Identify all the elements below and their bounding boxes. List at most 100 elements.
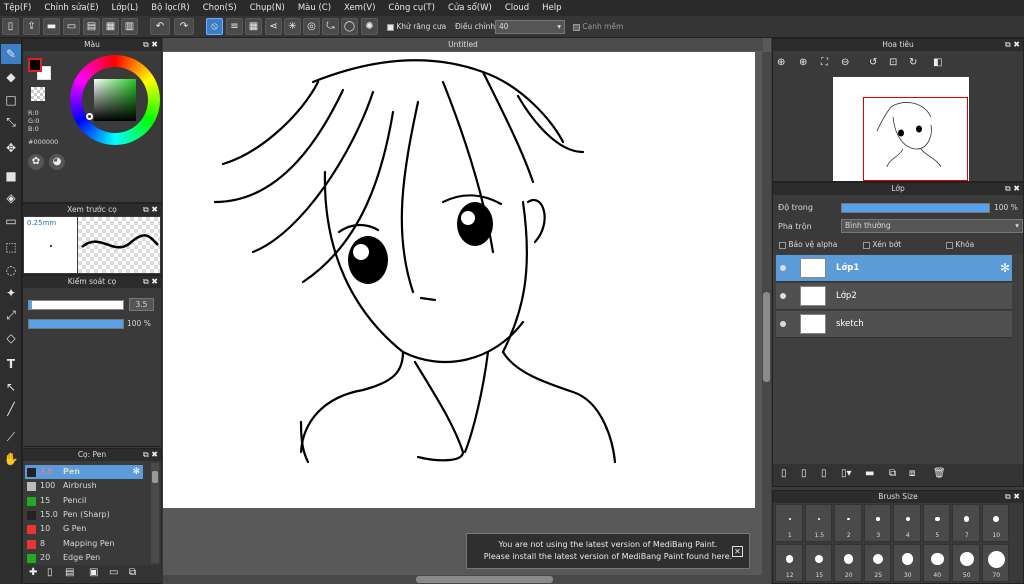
operation-tool-icon[interactable]: ↖ (1, 377, 21, 397)
share-icon[interactable]: ⇪ (23, 18, 40, 35)
brush-size-cell[interactable]: 2 (834, 504, 862, 542)
text-tool-icon[interactable]: T (1, 354, 21, 374)
snap-grid-icon[interactable]: ▦ (245, 18, 262, 35)
brush-size-cell[interactable]: 70 (981, 544, 1009, 582)
magic-wand-icon[interactable]: ✦ (1, 283, 21, 303)
brush-list-item[interactable]: 3.5 Pen ✻ (25, 465, 143, 479)
brush-size-cell[interactable]: 1.5 (804, 504, 832, 542)
brush-size-cell[interactable]: 3 (863, 504, 891, 542)
hue-handle[interactable] (86, 113, 93, 120)
brush-copy-icon[interactable]: ⧉ (129, 567, 136, 578)
snap-circle-icon[interactable]: ◎ (303, 18, 320, 35)
close-icon[interactable]: ⧉ ✖ (143, 204, 158, 216)
hue-wheel[interactable] (70, 55, 160, 145)
visibility-icon[interactable] (780, 265, 786, 271)
brush-folder-icon[interactable]: ▭ (109, 567, 118, 578)
brush-tool-icon[interactable]: ✎ (1, 44, 21, 64)
snap-perspective-icon[interactable]: ⋖ (265, 18, 282, 35)
divide-tool-icon[interactable]: ╱ (1, 399, 21, 419)
bucket-tool-icon[interactable]: ◈ (1, 188, 21, 208)
rotate-right-icon[interactable]: ↻ (909, 57, 917, 68)
eraser-tool-icon[interactable]: ◆ (1, 67, 21, 87)
color-history-icon[interactable]: ◕ (49, 154, 65, 170)
add-brush-icon[interactable]: ✚ (29, 567, 37, 578)
menu-window[interactable]: Cửa sổ(W) (448, 3, 492, 13)
close-icon[interactable]: ⧉ ✖ (1005, 183, 1020, 195)
menu-edit[interactable]: Chỉnh sửa(E) (44, 3, 98, 13)
fit-window-icon[interactable]: ⊡ (889, 57, 897, 68)
select-pen-icon[interactable]: ⤡ (1, 112, 21, 132)
drawing-canvas[interactable] (163, 52, 755, 508)
brush-size-cell[interactable]: 12 (775, 544, 803, 582)
hand-tool-icon[interactable]: ✋ (1, 449, 21, 469)
layer-row[interactable]: Lớp1 ✻ (776, 255, 1012, 282)
gear-icon[interactable]: ✻ (132, 465, 140, 479)
layer-row[interactable]: Lớp2 (776, 283, 1012, 310)
clipping-checkbox[interactable]: Xén bớt (863, 240, 901, 249)
zoom-in-icon[interactable]: ⊕ (799, 57, 807, 68)
brush-list-item[interactable]: 20 Edge Pen (25, 551, 143, 565)
menu-color[interactable]: Màu (C) (298, 3, 331, 13)
duplicate-layer-icon[interactable]: ⧉ (889, 468, 896, 479)
eyedropper-icon[interactable]: ⟋ (1, 427, 21, 447)
snap-settings-icon[interactable]: ✺ (361, 18, 378, 35)
select-pen-tool-icon[interactable]: ⤢ (1, 305, 21, 325)
menu-tools[interactable]: Công cụ(T) (388, 3, 435, 13)
snap-off-icon[interactable]: ⦸ (206, 18, 223, 35)
redo-icon[interactable]: ↷ (174, 18, 194, 35)
brush-size-cell[interactable]: 30 (893, 544, 921, 582)
comment-icon[interactable]: ▬ (43, 18, 60, 35)
brush-file-icon[interactable]: ▯ (47, 567, 53, 578)
brush-size-cell[interactable]: 40 (922, 544, 950, 582)
grid-icon[interactable]: ▦ (102, 18, 119, 35)
transparent-swatch[interactable] (31, 87, 45, 101)
brush-menu-icon[interactable]: ▤ (65, 567, 74, 578)
snap-radial-icon[interactable]: ✳ (284, 18, 301, 35)
palette-icon[interactable]: ✿ (28, 154, 44, 170)
zoom-icon[interactable]: ⊕ (777, 57, 785, 68)
blend-mode-select[interactable]: Bình thường ▾ (841, 219, 1023, 233)
select-eraser-icon[interactable]: ◇ (1, 328, 21, 348)
brush-size-cell[interactable]: 25 (863, 544, 891, 582)
canvas-vertical-scrollbar[interactable] (762, 52, 771, 584)
move-tool-icon[interactable]: ✥ (1, 138, 21, 158)
new-file-icon[interactable]: ▯ (2, 18, 19, 35)
merge-layer-icon[interactable]: ⧈ (909, 468, 915, 479)
gradient-tool-icon[interactable]: ▭ (1, 211, 21, 231)
soft-edge-checkbox[interactable]: Cạnh mềm (573, 22, 623, 31)
undo-icon[interactable]: ↶ (150, 18, 170, 35)
snap-parallel-icon[interactable]: ≡ (226, 18, 243, 35)
new-8bit-layer-icon[interactable]: ▯ (821, 468, 827, 479)
rotate-left-icon[interactable]: ↺ (869, 57, 877, 68)
brush-list-item[interactable]: 15.0 Pen (Sharp) (25, 508, 143, 522)
canvas-horizontal-scrollbar[interactable] (163, 575, 763, 584)
brush-size-slider[interactable] (28, 300, 124, 310)
brush-list-item[interactable]: 100 Airbrush (25, 479, 143, 493)
brush-list-scrollbar[interactable] (151, 463, 159, 563)
lock-checkbox[interactable]: Khóa (946, 240, 974, 249)
document-tab[interactable]: Untitled (163, 38, 763, 51)
doc-icon[interactable]: ▤ (83, 18, 100, 35)
brush-list-item[interactable]: 15 Pencil (25, 494, 143, 508)
close-icon[interactable]: ⧉ ✖ (143, 276, 158, 288)
close-icon[interactable]: ⧉ ✖ (1005, 491, 1020, 503)
visibility-icon[interactable] (780, 321, 786, 327)
brush-list-item[interactable]: 10 G Pen (25, 522, 143, 536)
brush-size-cell[interactable]: 7 (952, 504, 980, 542)
trash-icon[interactable]: 🗑 (933, 468, 946, 479)
add-layer-menu-icon[interactable]: ▯▾ (841, 468, 852, 479)
snap-curve-icon[interactable]: ⤿ (322, 18, 339, 35)
protect-alpha-checkbox[interactable]: Bảo vệ alpha (779, 240, 837, 249)
update-notice[interactable]: You are not using the latest version of … (466, 533, 750, 569)
close-icon[interactable]: ⧉ ✖ (143, 39, 158, 51)
fit-icon[interactable]: ⛶ (821, 57, 828, 68)
brush-import-icon[interactable]: ▣ (89, 567, 98, 578)
brush-size-value[interactable]: 3.5 (129, 298, 154, 311)
menu-cloud[interactable]: Cloud (505, 3, 529, 13)
menu-layer[interactable]: Lớp(L) (112, 3, 139, 13)
saturation-square[interactable] (94, 79, 136, 121)
close-icon[interactable]: ⧉ ✖ (1005, 39, 1020, 51)
navigator-thumbnail[interactable] (833, 77, 969, 181)
fill-rect-tool-icon[interactable]: ■ (1, 166, 21, 186)
layer-row[interactable]: sketch (776, 311, 1012, 338)
